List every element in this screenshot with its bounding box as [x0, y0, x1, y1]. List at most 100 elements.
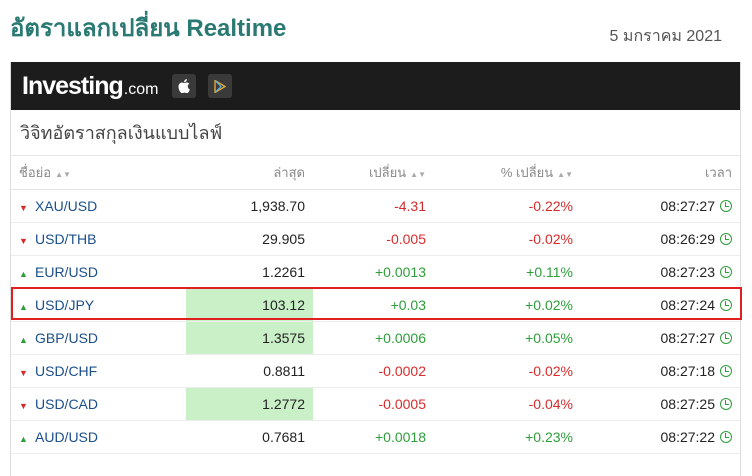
pair-link[interactable]: GBP/USD — [35, 330, 98, 346]
time-value: 08:27:23 — [660, 263, 716, 280]
clock-icon — [720, 199, 732, 212]
time-value: 08:27:18 — [660, 362, 716, 379]
header-last[interactable]: ล่าสุด — [186, 156, 313, 190]
pair-link[interactable]: USD/CHF — [35, 363, 97, 379]
arrow-up-icon: ▲ — [19, 433, 28, 444]
arrow-down-icon: ▼ — [19, 400, 28, 411]
pair-cell[interactable]: ▼ USD/CAD — [11, 387, 186, 421]
pair-link[interactable]: AUD/USD — [35, 429, 98, 445]
change-value: -0.0002 — [313, 354, 434, 388]
google-play-button[interactable] — [208, 74, 233, 98]
time-cell: 08:26:29 — [581, 222, 740, 256]
clock-icon — [720, 298, 732, 311]
last-price: 0.7681 — [186, 420, 313, 454]
percent-change-value: -0.02% — [434, 222, 581, 256]
change-value: -4.31 — [313, 189, 434, 223]
percent-change-value: +0.05% — [434, 321, 581, 355]
time-cell: 08:27:24 — [581, 288, 740, 322]
rates-widget: Investing .com วิจิทอัตราสกุลเงินแบบไลฟ์… — [10, 62, 742, 476]
sort-icon: ▲▼ — [557, 169, 573, 179]
table-row[interactable]: ▲ EUR/USD 1.2261 +0.0013 +0.11% 08:27:23 — [11, 255, 740, 289]
last-price: 1,938.70 — [186, 189, 313, 223]
apple-icon — [178, 79, 191, 93]
pair-link[interactable]: USD/CAD — [35, 396, 98, 412]
percent-change-value: +0.23% — [434, 420, 581, 454]
table-row[interactable]: ▼ USD/CAD 1.2772 -0.0005 -0.04% 08:27:25 — [11, 387, 740, 421]
time-value: 08:26:29 — [660, 230, 716, 247]
percent-change-value: -0.22% — [434, 189, 581, 223]
arrow-up-icon: ▲ — [19, 268, 28, 279]
clock-icon — [720, 232, 732, 245]
last-price: 1.3575 — [186, 321, 313, 355]
pair-link[interactable]: EUR/USD — [35, 264, 98, 280]
time-value: 08:27:27 — [660, 197, 716, 214]
google-play-icon — [214, 79, 227, 93]
sort-icon: ▲▼ — [55, 169, 71, 179]
change-value: +0.0013 — [313, 255, 434, 289]
last-price: 1.2772 — [186, 387, 313, 421]
last-price: 1.2261 — [186, 255, 313, 289]
page-title: อัตราแลกเปลี่ยน Realtime — [10, 15, 287, 42]
time-value: 08:27:24 — [660, 296, 716, 313]
percent-change-value: +0.11% — [434, 255, 581, 289]
time-cell: 08:27:22 — [581, 420, 740, 454]
arrow-down-icon: ▼ — [19, 202, 28, 213]
table-row[interactable]: ▼ USD/CHF 0.8811 -0.0002 -0.02% 08:27:18 — [11, 354, 740, 388]
header-time[interactable]: เวลา — [581, 156, 740, 190]
clock-icon — [720, 364, 732, 377]
change-value: +0.0018 — [313, 420, 434, 454]
investing-logo[interactable]: Investing .com — [22, 72, 158, 101]
clock-icon — [720, 331, 732, 344]
header-name[interactable]: ชื่อย่อ ▲▼ — [11, 156, 186, 190]
clock-icon — [720, 265, 732, 278]
table-row[interactable]: ▲ USD/JPY 103.12 +0.03 +0.02% 08:27:24 — [11, 288, 740, 322]
change-value: -0.005 — [313, 222, 434, 256]
time-value: 08:27:22 — [660, 428, 716, 445]
table-row[interactable]: ▲ AUD/USD 0.7681 +0.0018 +0.23% 08:27:22 — [11, 420, 740, 454]
time-cell: 08:27:18 — [581, 354, 740, 388]
pair-link[interactable]: USD/JPY — [35, 297, 94, 313]
percent-change-value: -0.02% — [434, 354, 581, 388]
percent-change-value: +0.02% — [434, 288, 581, 322]
time-cell: 08:27:27 — [581, 189, 740, 223]
logo-name: Investing — [22, 71, 124, 100]
time-value: 08:27:27 — [660, 329, 716, 346]
change-value: -0.0005 — [313, 387, 434, 421]
arrow-up-icon: ▲ — [19, 334, 28, 345]
pair-cell[interactable]: ▲ GBP/USD — [11, 321, 186, 355]
table-row[interactable]: ▼ XAU/USD 1,938.70 -4.31 -0.22% 08:27:27 — [11, 189, 740, 223]
pair-cell[interactable]: ▲ EUR/USD — [11, 255, 186, 289]
arrow-down-icon: ▼ — [19, 235, 28, 246]
arrow-up-icon: ▲ — [19, 301, 28, 312]
table-row[interactable]: ▲ GBP/USD 1.3575 +0.0006 +0.05% 08:27:27 — [11, 321, 740, 355]
apple-store-button[interactable] — [172, 74, 197, 98]
arrow-down-icon: ▼ — [19, 367, 28, 378]
pair-cell[interactable]: ▼ USD/CHF — [11, 354, 186, 388]
widget-header: Investing .com — [11, 62, 740, 110]
last-price: 103.12 — [186, 288, 313, 322]
sort-icon: ▲▼ — [410, 169, 426, 179]
pair-link[interactable]: XAU/USD — [35, 198, 97, 214]
pair-cell[interactable]: ▼ USD/THB — [11, 222, 186, 256]
time-cell: 08:27:27 — [581, 321, 740, 355]
pair-cell[interactable]: ▲ AUD/USD — [11, 420, 186, 454]
header-change[interactable]: เปลี่ยน ▲▼ — [313, 156, 434, 190]
last-price: 0.8811 — [186, 354, 313, 388]
clock-icon — [720, 397, 732, 410]
table-row[interactable]: ▼ USD/THB 29.905 -0.005 -0.02% 08:26:29 — [11, 222, 740, 256]
page-date: 5 มกราคม 2021 — [609, 28, 722, 45]
header-percent-change[interactable]: % เปลี่ยน ▲▼ — [434, 156, 581, 190]
percent-change-value: -0.04% — [434, 387, 581, 421]
rates-table: ชื่อย่อ ▲▼ ล่าสุด เปลี่ยน ▲▼ % เปลี่ยน ▲▼ เ… — [11, 156, 740, 454]
clock-icon — [720, 430, 732, 443]
logo-suffix: .com — [123, 80, 159, 98]
time-cell: 08:27:25 — [581, 387, 740, 421]
table-header-row: ชื่อย่อ ▲▼ ล่าสุด เปลี่ยน ▲▼ % เปลี่ยน ▲▼ เ… — [11, 156, 740, 190]
time-cell: 08:27:23 — [581, 255, 740, 289]
change-value: +0.0006 — [313, 321, 434, 355]
time-value: 08:27:25 — [660, 395, 716, 412]
widget-subtitle: วิจิทอัตราสกุลเงินแบบไลฟ์ — [11, 110, 740, 156]
pair-cell[interactable]: ▼ XAU/USD — [11, 189, 186, 223]
pair-link[interactable]: USD/THB — [35, 231, 96, 247]
pair-cell[interactable]: ▲ USD/JPY — [11, 288, 186, 322]
